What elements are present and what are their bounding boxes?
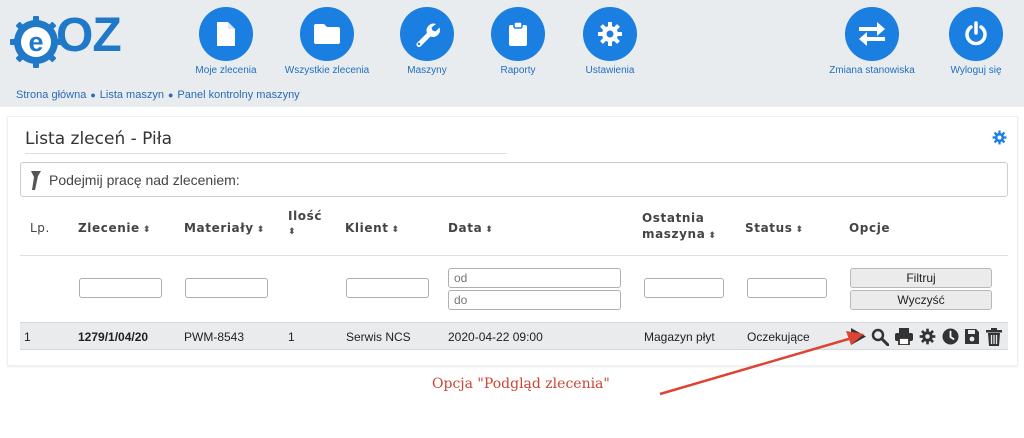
annotation-text: Opcja "Podgląd zlecenia" xyxy=(432,376,610,392)
settings-gear-icon[interactable] xyxy=(992,130,1007,145)
nav-label: Raporty xyxy=(500,65,536,76)
filter-zlecenie-input[interactable] xyxy=(79,278,162,298)
document-icon[interactable] xyxy=(199,7,253,61)
filter-date-from-input[interactable] xyxy=(448,268,621,288)
cell-data: 2020-04-22 09:00 xyxy=(448,330,543,344)
nav-label: Wyloguj się xyxy=(950,65,1002,76)
nav-label: Ustawienia xyxy=(585,65,635,76)
nav-moje-zlecenia[interactable]: Moje zlecenia xyxy=(181,7,271,76)
play-icon[interactable] xyxy=(850,328,866,345)
breadcrumb: Strona główna ● Lista maszyn ● Panel kontrol… xyxy=(0,85,1024,107)
header-ilosc[interactable]: Ilość ⬍ xyxy=(288,209,322,237)
header-label: maszyna xyxy=(642,227,706,241)
sort-icon[interactable]: ⬍ xyxy=(288,227,296,237)
breadcrumb-separator: ● xyxy=(90,90,96,100)
header-opcje: Opcje xyxy=(849,221,891,235)
cell-ilosc: 1 xyxy=(288,330,295,344)
header-data[interactable]: Data ⬍ xyxy=(448,221,493,235)
logo-text: OZ xyxy=(56,9,122,62)
breadcrumb-control-panel[interactable]: Panel kontrolny maszyny xyxy=(177,89,299,101)
nav-wszystkie-zlecenia[interactable]: Wszystkie zlecenia xyxy=(282,7,372,76)
filter-button[interactable]: Filtruj xyxy=(850,268,992,288)
header-ostatnia-maszyna[interactable]: Ostatnia maszyna ⬍ xyxy=(642,210,717,244)
switch-arrows-icon[interactable] xyxy=(845,7,899,61)
nav-raporty[interactable]: Raporty xyxy=(473,7,563,76)
filter-date-to-input[interactable] xyxy=(448,290,621,310)
header-label: Data xyxy=(448,221,483,235)
sort-icon[interactable]: ⬍ xyxy=(796,225,804,235)
header-klient[interactable]: Klient ⬍ xyxy=(345,221,400,235)
folder-icon[interactable] xyxy=(300,7,354,61)
search-icon[interactable] xyxy=(871,328,889,346)
wrench-icon[interactable] xyxy=(400,7,454,61)
app-logo[interactable]: e OZ xyxy=(8,9,138,68)
nav-zmiana-stanowiska[interactable]: Zmiana stanowiska xyxy=(827,7,917,76)
table-row[interactable]: 1 1279/1/04/20 PWM-8543 1 Serwis NCS 202… xyxy=(20,322,1008,350)
orders-panel: Lista zleceń - Piła Podejmij pracę nad z… xyxy=(7,116,1018,366)
filter-status-input[interactable] xyxy=(747,278,827,298)
breadcrumb-separator: ● xyxy=(167,90,174,100)
header-label: Status xyxy=(745,221,793,235)
cell-ostatnia-maszyna: Magazyn płyt xyxy=(644,330,715,344)
header-label: Zlecenie xyxy=(78,221,140,235)
cell-status: Oczekujące xyxy=(747,330,810,344)
breadcrumb-machines[interactable]: Lista maszyn xyxy=(100,89,164,101)
clipboard-icon[interactable] xyxy=(491,7,545,61)
top-navigation-bar: e OZ Moje zlecenia Wszystkie zlecenia Ma… xyxy=(0,0,1024,85)
nav-ustawienia[interactable]: Ustawienia xyxy=(565,7,655,76)
svg-text:e: e xyxy=(28,27,43,57)
power-icon[interactable] xyxy=(949,7,1003,61)
sort-icon[interactable]: ⬍ xyxy=(143,225,151,235)
cell-zlecenie: 1279/1/04/20 xyxy=(78,330,149,344)
header-label: Materiały xyxy=(184,221,254,235)
nav-label: Moje zlecenia xyxy=(195,65,257,76)
clock-icon[interactable] xyxy=(942,328,959,345)
clear-button[interactable]: Wyczyść xyxy=(850,290,992,310)
filter-materialy-input[interactable] xyxy=(185,278,268,298)
nav-label: Maszyny xyxy=(407,65,447,76)
save-icon[interactable] xyxy=(964,328,980,345)
header-materialy[interactable]: Materiały ⬍ xyxy=(184,221,265,235)
header-label: Ostatnia xyxy=(642,211,705,225)
barcode-scanner-icon xyxy=(31,171,41,190)
gear-icon[interactable] xyxy=(583,7,637,61)
sort-icon[interactable]: ⬍ xyxy=(392,225,400,235)
trash-icon[interactable] xyxy=(986,328,1002,346)
nav-label: Zmiana stanowiska xyxy=(829,65,915,76)
scan-label: Podejmij pracę nad zleceniem: xyxy=(49,172,240,188)
header-label: Ilość xyxy=(288,209,323,223)
print-icon[interactable] xyxy=(895,328,913,345)
filter-klient-input[interactable] xyxy=(346,278,429,298)
header-label: Klient xyxy=(345,221,389,235)
cell-klient: Serwis NCS xyxy=(346,330,411,344)
filter-maszyna-input[interactable] xyxy=(644,278,724,298)
cell-lp: 1 xyxy=(24,330,31,344)
page-title: Lista zleceń - Piła xyxy=(25,129,173,149)
nav-label: Wszystkie zlecenia xyxy=(284,65,370,76)
header-zlecenie[interactable]: Zlecenie ⬍ xyxy=(78,221,151,235)
sort-icon[interactable]: ⬍ xyxy=(708,231,716,241)
sort-icon[interactable]: ⬍ xyxy=(485,225,493,235)
scan-order-field[interactable]: Podejmij pracę nad zleceniem: xyxy=(20,162,1008,197)
gear-icon[interactable] xyxy=(919,328,936,345)
cell-materialy: PWM-8543 xyxy=(184,330,245,344)
header-divider xyxy=(20,255,1008,256)
header-lp: Lp. xyxy=(30,221,50,235)
sort-icon[interactable]: ⬍ xyxy=(257,225,265,235)
nav-wyloguj[interactable]: Wyloguj się xyxy=(931,7,1021,76)
breadcrumb-home[interactable]: Strona główna xyxy=(16,89,86,101)
header-status[interactable]: Status ⬍ xyxy=(745,221,804,235)
nav-maszyny[interactable]: Maszyny xyxy=(382,7,472,76)
title-divider xyxy=(25,153,507,154)
